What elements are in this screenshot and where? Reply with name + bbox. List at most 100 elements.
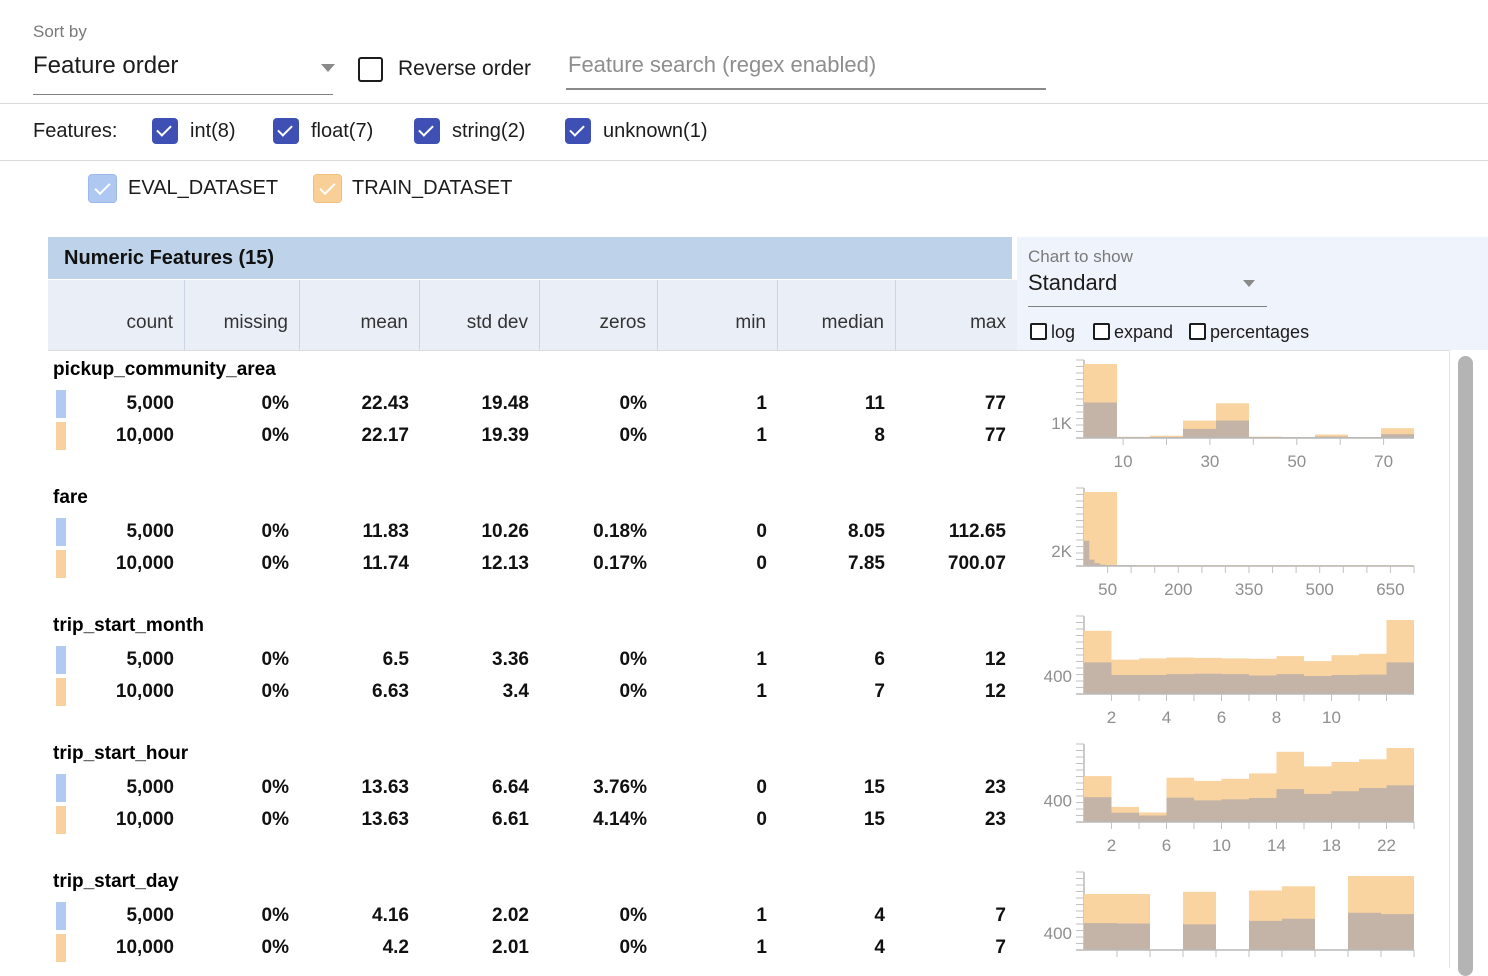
column-header-median: median	[778, 280, 896, 350]
log-label: log	[1051, 322, 1075, 343]
stat-cell-std-dev: 3.4	[420, 676, 540, 708]
divider	[48, 350, 1449, 351]
stat-cell-max: 7	[896, 900, 1017, 932]
stat-cell-count: 10,000	[48, 804, 185, 836]
stat-cell-zeros: 0%	[540, 388, 658, 420]
svg-text:1K: 1K	[1051, 414, 1072, 433]
stat-cell-std-dev: 19.48	[420, 388, 540, 420]
svg-text:4: 4	[1162, 708, 1171, 727]
dataset-stat-row: 10,0000%4.22.010%147	[48, 932, 1017, 964]
stat-cell-min: 0	[658, 548, 778, 580]
filter-label-unknown: unknown(1)	[603, 120, 708, 143]
stat-cell-min: 1	[658, 388, 778, 420]
stat-cell-max: 23	[896, 804, 1017, 836]
stat-cell-median: 7.85	[778, 548, 896, 580]
stat-cell-mean: 11.74	[300, 548, 420, 580]
stat-cell-median: 11	[778, 388, 896, 420]
eval-dataset-checkbox[interactable]	[88, 174, 117, 203]
stat-cell-missing: 0%	[185, 548, 300, 580]
column-header-std-dev: std dev	[420, 280, 540, 350]
svg-text:50: 50	[1287, 452, 1306, 471]
column-header-count: count	[48, 280, 185, 350]
stat-cell-max: 700.07	[896, 548, 1017, 580]
stat-cell-zeros: 0.18%	[540, 516, 658, 548]
eval-dataset-swatch	[56, 646, 66, 674]
feature-block-pickup_community_area: pickup_community_area5,0000%22.4319.480%…	[48, 352, 1017, 480]
eval-dataset-label: EVAL_DATASET	[128, 177, 278, 200]
divider	[0, 160, 1488, 161]
expand-label: expand	[1114, 322, 1173, 343]
stat-cell-mean: 6.5	[300, 644, 420, 676]
feature-stats-table: pickup_community_area5,0000%22.4319.480%…	[48, 352, 1017, 968]
dataset-stat-row: 5,0000%11.8310.260.18%08.05112.65	[48, 516, 1017, 548]
chevron-down-icon	[1243, 280, 1255, 287]
svg-text:6: 6	[1217, 708, 1226, 727]
stat-cell-mean: 13.63	[300, 804, 420, 836]
feature-name: pickup_community_area	[48, 352, 1017, 388]
feature-histogram-trip_start_hour: 2610141822400	[1017, 736, 1450, 864]
svg-text:400: 400	[1044, 791, 1072, 810]
log-checkbox[interactable]	[1030, 323, 1047, 340]
train-dataset-checkbox[interactable]	[313, 174, 342, 203]
stat-cell-median: 15	[778, 772, 896, 804]
stat-cell-zeros: 0%	[540, 420, 658, 452]
svg-text:22: 22	[1377, 836, 1396, 855]
feature-block-fare: fare5,0000%11.8310.260.18%08.05112.6510,…	[48, 480, 1017, 608]
stat-cell-missing: 0%	[185, 804, 300, 836]
reverse-order-checkbox[interactable]	[358, 57, 383, 82]
scrollbar-thumb[interactable]	[1458, 356, 1473, 976]
stat-cell-zeros: 0%	[540, 932, 658, 964]
stat-cell-mean: 22.43	[300, 388, 420, 420]
chevron-down-icon	[321, 64, 335, 72]
chart-type-value: Standard	[1028, 270, 1117, 295]
stat-cell-count: 10,000	[48, 420, 185, 452]
stat-cell-mean: 4.2	[300, 932, 420, 964]
svg-text:70: 70	[1374, 452, 1393, 471]
svg-text:2: 2	[1107, 836, 1116, 855]
feature-block-trip_start_hour: trip_start_hour5,0000%13.636.643.76%0152…	[48, 736, 1017, 864]
filter-label-string: string(2)	[452, 120, 525, 143]
stat-cell-std-dev: 6.64	[420, 772, 540, 804]
feature-name: trip_start_month	[48, 608, 1017, 644]
column-header-mean: mean	[300, 280, 420, 350]
dropdown-underline	[33, 94, 333, 95]
stat-cell-missing: 0%	[185, 932, 300, 964]
dropdown-underline	[1028, 306, 1267, 307]
filter-checkbox-unknown[interactable]	[565, 118, 591, 144]
numeric-features-title-band: Numeric Features (15)	[48, 237, 1012, 279]
column-header-max: max	[896, 280, 1017, 350]
percentages-label: percentages	[1210, 322, 1309, 343]
percentages-checkbox[interactable]	[1189, 323, 1206, 340]
chart-controls-panel: Chart to show Standard log expand percen…	[1017, 237, 1488, 350]
stat-cell-min: 1	[658, 644, 778, 676]
stat-cell-mean: 4.16	[300, 900, 420, 932]
sort-by-dropdown[interactable]: Feature order	[33, 52, 333, 98]
stat-cell-min: 1	[658, 932, 778, 964]
chart-to-show-label: Chart to show	[1028, 247, 1133, 267]
stat-cell-missing: 0%	[185, 772, 300, 804]
expand-checkbox[interactable]	[1093, 323, 1110, 340]
feature-histograms: 103050701K502003505006502K24681040026101…	[1017, 352, 1450, 968]
filter-checkbox-string[interactable]	[414, 118, 440, 144]
dataset-stat-row: 5,0000%4.162.020%147	[48, 900, 1017, 932]
svg-text:8: 8	[1272, 708, 1281, 727]
stat-cell-min: 1	[658, 420, 778, 452]
stat-cell-std-dev: 10.26	[420, 516, 540, 548]
stat-cell-min: 1	[658, 676, 778, 708]
filter-checkbox-int[interactable]	[152, 118, 178, 144]
svg-text:10: 10	[1322, 708, 1341, 727]
svg-text:2: 2	[1107, 708, 1116, 727]
chart-type-dropdown[interactable]: Standard	[1028, 270, 1267, 308]
stat-cell-min: 0	[658, 804, 778, 836]
svg-text:14: 14	[1267, 836, 1286, 855]
stat-cell-zeros: 0%	[540, 676, 658, 708]
stat-cell-mean: 6.63	[300, 676, 420, 708]
svg-text:2K: 2K	[1051, 542, 1072, 561]
stat-cell-mean: 11.83	[300, 516, 420, 548]
stat-cell-median: 4	[778, 932, 896, 964]
svg-text:10: 10	[1114, 452, 1133, 471]
stat-cell-max: 77	[896, 420, 1017, 452]
filter-checkbox-float[interactable]	[273, 118, 299, 144]
feature-search-input[interactable]	[566, 52, 1046, 90]
svg-text:10: 10	[1212, 836, 1231, 855]
